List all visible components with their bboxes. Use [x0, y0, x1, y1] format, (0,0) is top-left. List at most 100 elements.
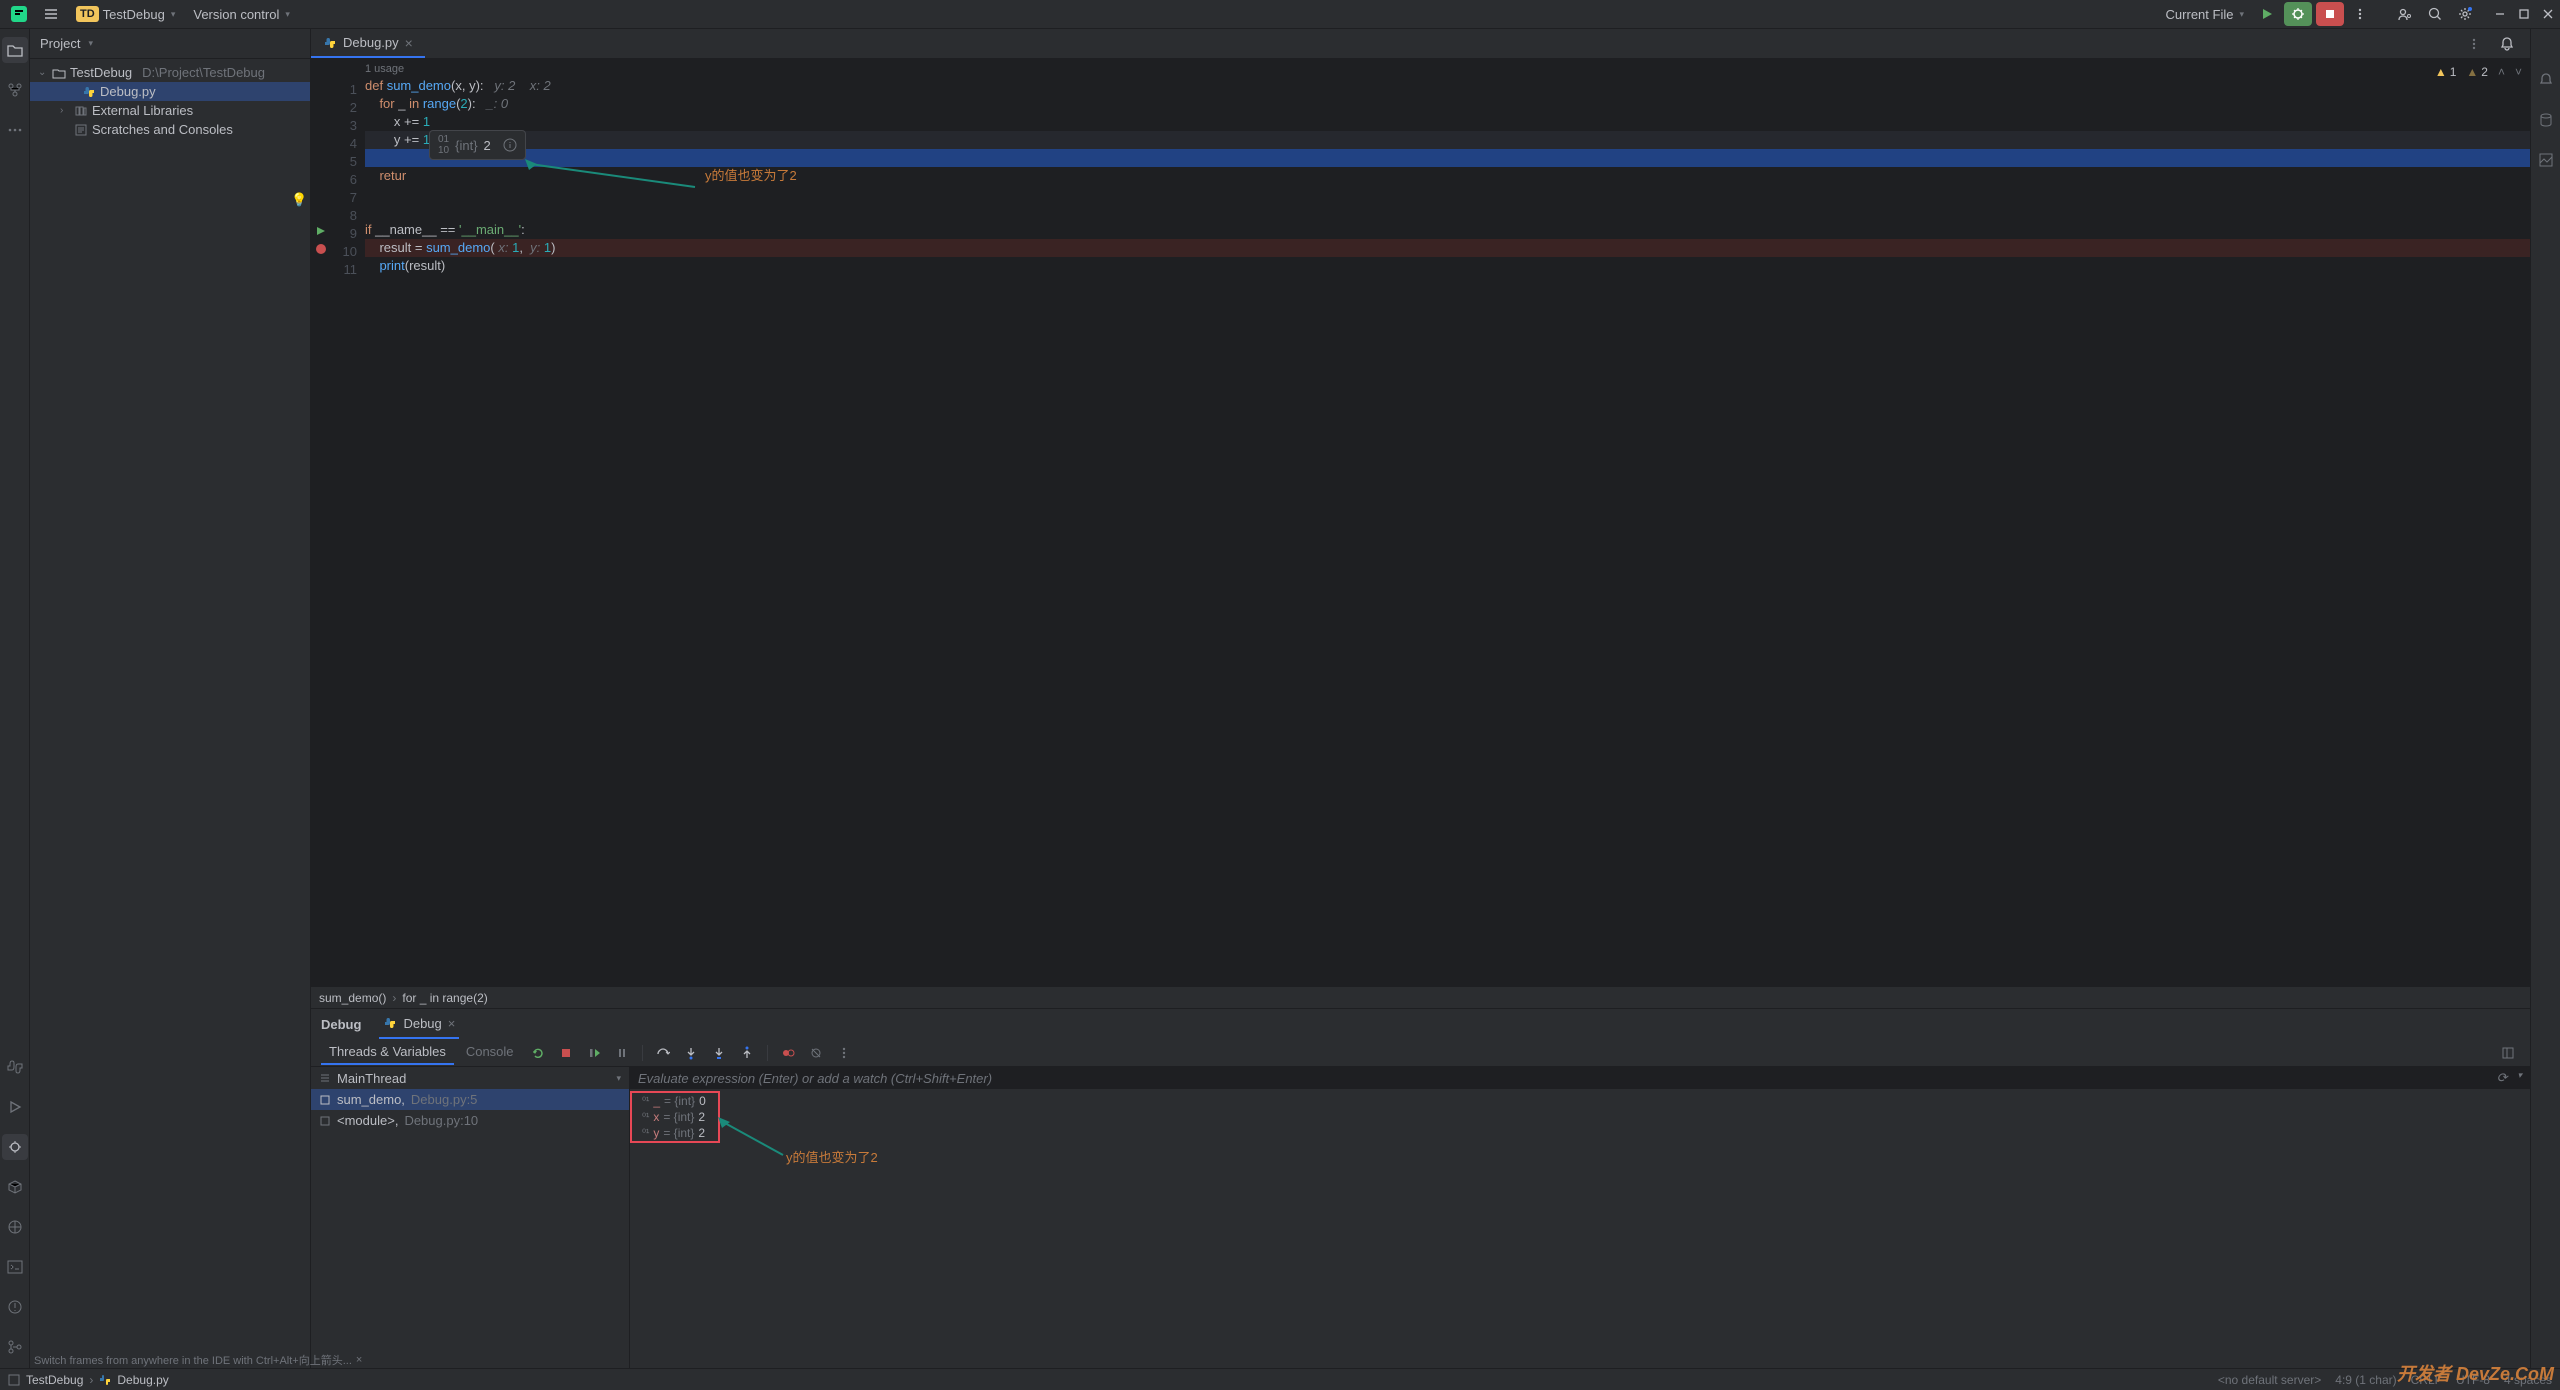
stop-icon[interactable]	[554, 1043, 578, 1063]
sb-encoding[interactable]: UTF-8	[2456, 1373, 2490, 1387]
sb-project[interactable]: TestDebug	[26, 1373, 83, 1387]
run-config-selector[interactable]: Current File ▾	[2160, 3, 2250, 26]
search-icon[interactable]	[2422, 2, 2448, 26]
breakpoint-icon[interactable]	[315, 243, 327, 261]
project-panel-header[interactable]: Project ▾	[30, 29, 310, 59]
debug-session-tab[interactable]: Debug ×	[379, 1009, 459, 1039]
thread-selector[interactable]: MainThread ▾	[311, 1067, 629, 1089]
chevron-down-icon[interactable]: ▾	[2517, 1070, 2522, 1086]
editor: Debug.py × 💡	[311, 29, 2530, 1368]
close-icon[interactable]: ×	[356, 1354, 362, 1366]
debug-panel: Debug Debug × Threads & Variables Consol…	[311, 1008, 2530, 1368]
sb-file[interactable]: Debug.py	[117, 1373, 168, 1387]
terminal-icon[interactable]	[2, 1254, 28, 1280]
tree-root[interactable]: ⌄ TestDebug D:\Project\TestDebug	[30, 63, 310, 82]
python-console-icon[interactable]	[2, 1054, 28, 1080]
project-badge: TD	[76, 6, 99, 22]
chevron-down-icon[interactable]: ˅	[2515, 65, 2522, 79]
tab-threads-variables[interactable]: Threads & Variables	[321, 1040, 454, 1065]
run-gutter-icon[interactable]	[315, 225, 327, 243]
view-breakpoints-icon[interactable]	[776, 1043, 800, 1063]
chevron-up-icon[interactable]: ˄	[2498, 65, 2505, 79]
code-with-me-icon[interactable]	[2392, 2, 2418, 26]
database-icon[interactable]	[2533, 107, 2559, 133]
vcs-widget[interactable]: Version control ▾	[187, 3, 296, 26]
intention-bulb-icon[interactable]: 💡	[291, 191, 307, 209]
resume-icon[interactable]	[582, 1043, 606, 1063]
step-into-my-icon[interactable]	[707, 1043, 731, 1063]
run-tool-icon[interactable]	[2, 1094, 28, 1120]
chevron-down-icon: ⌄	[38, 67, 48, 78]
python-packages-icon[interactable]	[2, 1214, 28, 1240]
mute-breakpoints-icon[interactable]	[804, 1043, 828, 1063]
step-over-icon[interactable]	[651, 1043, 675, 1063]
debug-value-popup[interactable]: 0110 {int} 2	[429, 130, 526, 160]
project-sidebar: Project ▾ ⌄ TestDebug D:\Project\TestDeb…	[30, 29, 311, 1368]
variable-row[interactable]: ⁰¹_ = {int} 0	[630, 1093, 2530, 1109]
info-icon[interactable]	[503, 138, 517, 152]
tab-debug-py[interactable]: Debug.py ×	[311, 29, 425, 58]
right-tool-rail	[2530, 29, 2560, 1368]
breadcrumb[interactable]: sum_demo() › for _ in range(2)	[311, 986, 2530, 1008]
rerun-icon[interactable]	[526, 1043, 550, 1063]
sciview-icon[interactable]	[2533, 147, 2559, 173]
evaluate-expression-input[interactable]: Evaluate expression (Enter) or add a wat…	[630, 1067, 2530, 1089]
debug-tool-icon[interactable]	[2, 1134, 28, 1160]
close-icon[interactable]	[2542, 8, 2554, 20]
frame-row[interactable]: <module>, Debug.py:10	[311, 1110, 629, 1131]
services-icon[interactable]	[2, 1174, 28, 1200]
titlebar: TD TestDebug ▾ Version control ▾ Current…	[0, 0, 2560, 29]
close-icon[interactable]: ×	[448, 1016, 456, 1031]
pause-icon[interactable]	[610, 1043, 634, 1063]
notifications-icon[interactable]	[2494, 32, 2520, 56]
tree-file-debug[interactable]: Debug.py	[30, 82, 310, 101]
sb-indent[interactable]: 4 spaces	[2504, 1373, 2552, 1387]
vcs-icon[interactable]	[2, 1334, 28, 1360]
run-button[interactable]	[2254, 3, 2280, 25]
close-icon[interactable]: ×	[405, 35, 413, 51]
editor-inspections[interactable]: ▲1 ▲2 ˄ ˅	[2435, 65, 2522, 79]
maximize-icon[interactable]	[2518, 8, 2530, 20]
structure-icon[interactable]	[2, 77, 28, 103]
minimize-icon[interactable]	[2494, 8, 2506, 20]
notifications-icon[interactable]	[2533, 67, 2559, 93]
project-selector[interactable]: TD TestDebug ▾	[70, 2, 181, 26]
chevron-down-icon: ▾	[171, 9, 176, 20]
stop-button[interactable]	[2316, 2, 2344, 26]
project-name: TestDebug	[103, 7, 165, 22]
code-editor[interactable]: 💡 1234567891011 1 usage def	[311, 59, 2530, 986]
weak-warning-icon: ▲	[2466, 65, 2478, 79]
settings-icon[interactable]	[2452, 2, 2478, 26]
tab-console[interactable]: Console	[458, 1040, 522, 1065]
frame-icon	[319, 1094, 331, 1106]
main-menu-icon[interactable]	[38, 2, 64, 26]
step-into-icon[interactable]	[679, 1043, 703, 1063]
debug-button[interactable]	[2284, 2, 2312, 26]
variable-row[interactable]: ⁰¹x = {int} 2	[630, 1109, 2530, 1125]
more-icon[interactable]	[2348, 3, 2372, 25]
module-icon	[8, 1374, 20, 1386]
annotation-text: y的值也变为了2	[786, 1147, 878, 1166]
chevron-right-icon: ›	[392, 991, 396, 1005]
sb-line-sep[interactable]: CRLF	[2411, 1373, 2442, 1387]
step-out-icon[interactable]	[735, 1043, 759, 1063]
problems-icon[interactable]	[2, 1294, 28, 1320]
sb-server[interactable]: <no default server>	[2218, 1373, 2321, 1387]
variable-row[interactable]: ⁰¹y = {int} 2	[630, 1125, 2530, 1141]
frame-row[interactable]: sum_demo, Debug.py:5	[311, 1089, 629, 1110]
usage-hint[interactable]: 1 usage	[365, 63, 404, 75]
tree-scratches[interactable]: Scratches and Consoles	[30, 120, 310, 139]
layout-settings-icon[interactable]	[2496, 1043, 2520, 1063]
binary-icon: ⁰¹	[642, 1128, 649, 1139]
chevron-down-icon: ▾	[2239, 9, 2244, 20]
more-tools-icon[interactable]	[2, 117, 28, 143]
annotation-text: y的值也变为了2	[705, 165, 797, 184]
binary-icon: ⁰¹	[642, 1112, 649, 1123]
app-logo[interactable]	[6, 2, 32, 26]
tree-ext-libs[interactable]: › External Libraries	[30, 101, 310, 120]
folder-icon[interactable]	[2, 37, 28, 63]
more-icon[interactable]	[832, 1043, 856, 1063]
sb-position[interactable]: 4:9 (1 char)	[2335, 1373, 2396, 1387]
more-icon[interactable]	[2462, 33, 2486, 55]
history-icon[interactable]: ⟳	[2497, 1070, 2508, 1086]
